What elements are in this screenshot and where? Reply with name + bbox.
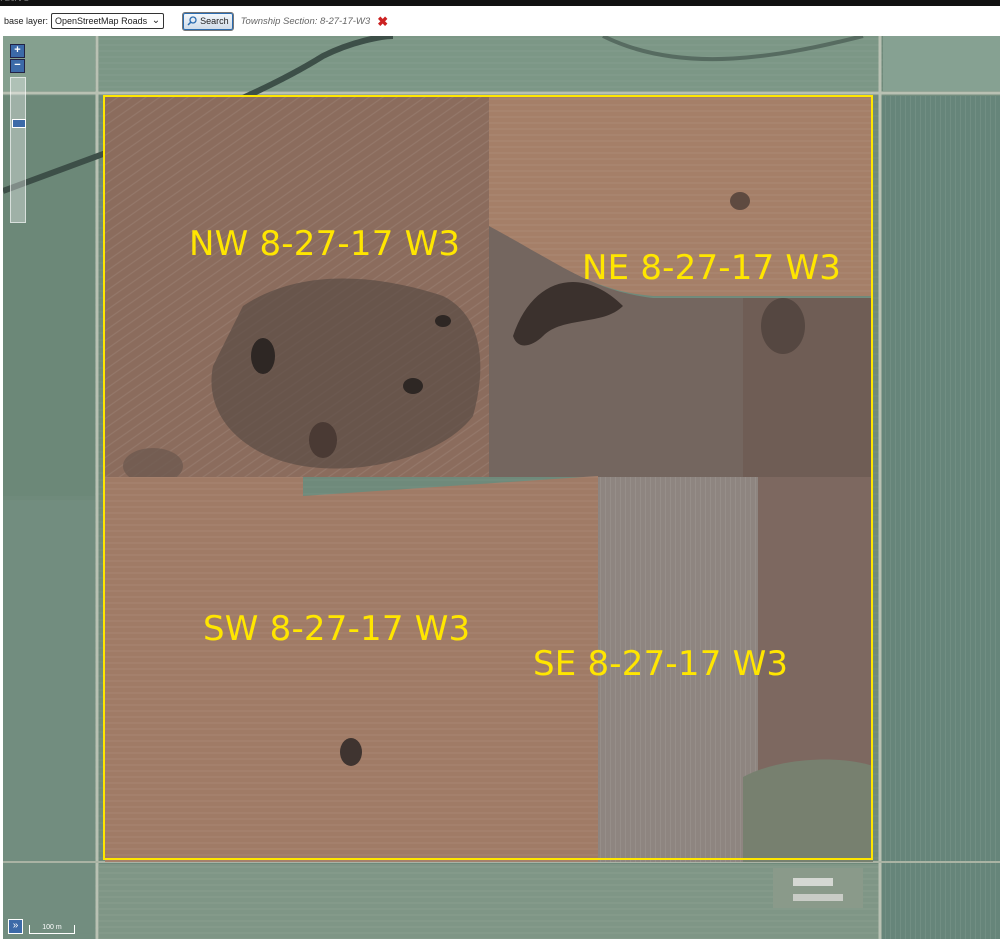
quarter-label-ne: NE 8-27-17 W3	[582, 248, 842, 288]
search-button[interactable]: Search	[182, 11, 234, 31]
base-layer-label: base layer:	[4, 16, 49, 26]
zoom-control: + −	[10, 44, 26, 223]
expand-panel-button[interactable]: »	[8, 919, 23, 934]
zoom-in-button[interactable]: +	[10, 44, 25, 58]
township-section-label: Township Section: 8-27-17-W3	[240, 15, 371, 27]
quarter-label-nw: NW 8-27-17 W3	[189, 224, 461, 264]
scale-bar: 100 m	[29, 924, 75, 934]
map-toolbar: base layer: OpenStreetMap Roads ⌄ Search…	[0, 6, 1000, 36]
base-layer-select[interactable]: OpenStreetMap Roads ⌄	[51, 13, 165, 29]
base-layer-value: OpenStreetMap Roads	[55, 16, 148, 26]
quarter-label-se: SE 8-27-17 W3	[533, 644, 789, 684]
zoom-slider-thumb[interactable]	[12, 119, 26, 128]
zoom-slider[interactable]	[10, 77, 26, 223]
zoom-out-button[interactable]: −	[10, 59, 25, 73]
quarter-label-sw: SW 8-27-17 W3	[203, 609, 471, 649]
scale-bar-label: 100 m	[42, 924, 62, 931]
clear-selection-icon[interactable]: ✖	[377, 15, 388, 28]
chevron-down-icon: ⌄	[151, 15, 161, 26]
search-icon	[187, 16, 197, 26]
window-title: rative	[0, 0, 29, 4]
map-view[interactable]: + − NW 8-27-17 W3 NE 8-27-17 W3 SW 8-27-…	[3, 36, 1000, 939]
search-button-label: Search	[200, 16, 229, 26]
map-bottom-controls: » 100 m	[8, 919, 75, 934]
section-outline	[103, 95, 873, 860]
